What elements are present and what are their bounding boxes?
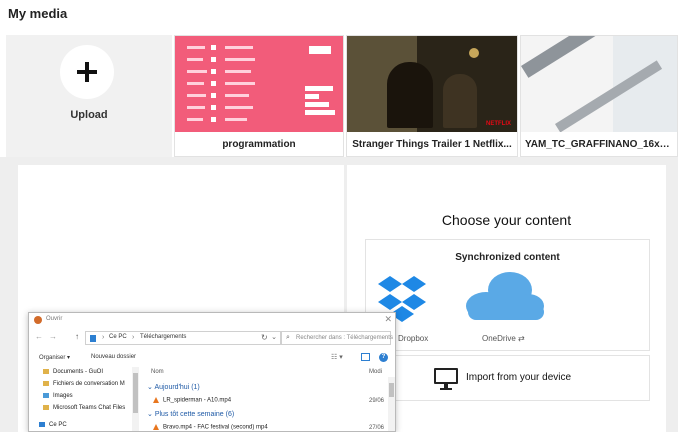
dialog-toolbar: Organiser ▾ Nouveau dossier ☷ ▾ ? bbox=[29, 351, 395, 365]
media-card-stranger-things[interactable]: NETFLIX Stranger Things Trailer 1 Netfli… bbox=[346, 35, 518, 157]
synchronized-content-title: Synchronized content bbox=[455, 252, 560, 263]
sidebar-item-images[interactable]: Images bbox=[43, 393, 73, 399]
dialog-navbar: ← → ↑ › Ce PC › Téléchargements ⌄ ↻ ⌕ Re… bbox=[29, 329, 395, 347]
dialog-sidebar: Documents - GuOI Fichiers de conversatio… bbox=[29, 367, 141, 431]
view-options-icon[interactable]: ☷ ▾ bbox=[331, 353, 343, 361]
media-thumbnail bbox=[175, 36, 343, 132]
media-caption: YAM_TC_GRAFFINANO_16x9-... bbox=[525, 139, 677, 150]
close-icon[interactable]: ✕ bbox=[384, 314, 392, 325]
sidebar-scrollbar[interactable] bbox=[132, 367, 139, 431]
sidebar-item-teams-chat-files[interactable]: Microsoft Teams Chat Files bbox=[43, 405, 125, 411]
chevron-down-icon[interactable]: ⌄ bbox=[271, 333, 277, 341]
choose-content-title: Choose your content bbox=[441, 212, 572, 228]
preview-pane-icon[interactable] bbox=[361, 353, 370, 361]
media-thumbnail: NETFLIX bbox=[347, 36, 517, 132]
media-thumbnail bbox=[521, 36, 677, 132]
sidebar-item-conversation-files[interactable]: Fichiers de conversation M bbox=[43, 381, 125, 387]
back-arrow-icon[interactable]: ← bbox=[35, 332, 43, 341]
media-caption: programmation bbox=[222, 139, 296, 150]
netflix-logo: NETFLIX bbox=[486, 121, 511, 127]
file-row[interactable]: LR_spiderman - A10.mp4 bbox=[153, 397, 231, 404]
group-header-today[interactable]: ⌄ Aujourd'hui (1) bbox=[147, 383, 200, 391]
file-list: Nom Modi ⌄ Aujourd'hui (1) LR_spiderman … bbox=[143, 367, 395, 431]
folder-icon bbox=[90, 335, 96, 342]
onedrive-icon bbox=[466, 272, 544, 320]
refresh-icon[interactable]: ↻ bbox=[261, 333, 268, 342]
search-input[interactable]: ⌕ Rechercher dans : Téléchargements bbox=[281, 331, 393, 345]
media-card-programmation[interactable]: programmation bbox=[174, 35, 344, 157]
upload-label: Upload bbox=[70, 109, 108, 121]
file-row[interactable]: Bravo.mp4 - FAC festival (second) mp4 bbox=[153, 424, 268, 431]
chevron-down-icon: ⌄ bbox=[147, 411, 155, 418]
file-date: 27/06 bbox=[369, 425, 385, 431]
group-header-earlier-this-week[interactable]: ⌄ Plus tôt cette semaine (6) bbox=[147, 410, 234, 418]
synchronized-content-box: Synchronized content Dropbox OneDrive ⇄ bbox=[365, 239, 650, 351]
media-caption: Stranger Things Trailer 1 Netflix... bbox=[352, 139, 512, 150]
import-from-device-button[interactable]: Import from your device bbox=[365, 355, 650, 401]
vlc-file-icon bbox=[153, 397, 159, 403]
dialog-title: Ouvrir bbox=[46, 316, 63, 322]
media-card-yam-tc[interactable]: YAM_TC_GRAFFINANO_16x9-... bbox=[520, 35, 678, 157]
organize-button[interactable]: Organiser ▾ bbox=[39, 354, 70, 361]
page-title: My media bbox=[8, 6, 68, 21]
breadcrumb-separator-icon: › bbox=[102, 334, 105, 341]
dialog-titlebar: Ouvrir ✕ bbox=[29, 313, 395, 327]
help-icon[interactable]: ? bbox=[379, 353, 388, 362]
column-header-date[interactable]: Modi bbox=[369, 369, 382, 375]
onedrive-button[interactable]: OneDrive ⇄ bbox=[462, 270, 552, 346]
plus-icon bbox=[60, 45, 114, 99]
file-date: 29/06 bbox=[369, 398, 385, 404]
forward-arrow-icon[interactable]: → bbox=[49, 332, 57, 341]
address-bar[interactable]: › Ce PC › Téléchargements ⌄ bbox=[85, 331, 281, 345]
computer-icon bbox=[39, 422, 45, 427]
monitor-icon bbox=[434, 368, 458, 390]
folder-icon bbox=[43, 381, 49, 386]
column-header-name[interactable]: Nom bbox=[151, 369, 164, 375]
vlc-file-icon bbox=[153, 424, 159, 430]
onedrive-label: OneDrive ⇄ bbox=[482, 334, 525, 343]
file-open-dialog: Ouvrir ✕ ← → ↑ › Ce PC › Téléchargements… bbox=[28, 312, 396, 432]
sidebar-item-this-pc[interactable]: Ce PC bbox=[39, 422, 67, 428]
media-strip: Upload programmation NETFLIX Stranger Th… bbox=[6, 35, 678, 157]
folder-icon bbox=[43, 369, 49, 374]
dropbox-label: Dropbox bbox=[398, 334, 429, 343]
images-icon bbox=[43, 393, 49, 398]
sidebar-item-documents[interactable]: Documents - GuOI bbox=[43, 369, 103, 375]
file-list-scrollbar[interactable] bbox=[388, 377, 395, 431]
import-label: Import from your device bbox=[466, 372, 572, 383]
folder-icon bbox=[43, 405, 49, 410]
search-icon: ⌕ bbox=[286, 334, 290, 341]
breadcrumb-downloads[interactable]: Téléchargements bbox=[140, 334, 186, 340]
new-folder-button[interactable]: Nouveau dossier bbox=[91, 354, 136, 360]
upload-button[interactable]: Upload bbox=[6, 35, 172, 157]
breadcrumb-separator-icon: › bbox=[132, 334, 135, 341]
search-placeholder: Rechercher dans : Téléchargements bbox=[296, 335, 393, 341]
breadcrumb-this-pc[interactable]: Ce PC bbox=[109, 334, 127, 340]
up-arrow-icon[interactable]: ↑ bbox=[75, 332, 79, 341]
app-icon bbox=[34, 316, 42, 324]
